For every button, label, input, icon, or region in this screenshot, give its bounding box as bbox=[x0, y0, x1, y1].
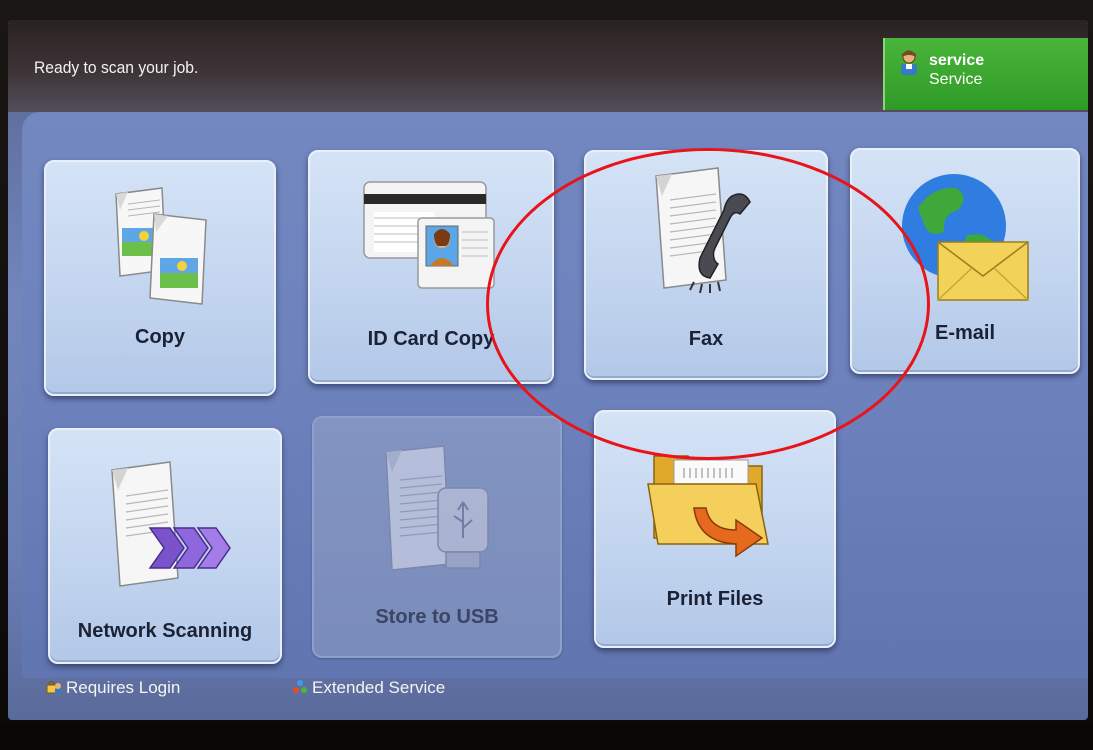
id-card-copy-label: ID Card Copy bbox=[367, 328, 495, 350]
usb-icon bbox=[385, 445, 489, 571]
copy-icon bbox=[115, 187, 207, 305]
user-name: service bbox=[929, 52, 985, 69]
extended-service-label: Extended Service bbox=[312, 678, 446, 697]
extended-service-legend: Extended Service bbox=[292, 678, 445, 698]
network-scanning-icon bbox=[111, 461, 231, 587]
user-icon bbox=[901, 50, 917, 75]
fax-button[interactable]: Fax bbox=[584, 150, 828, 380]
e-mail-button[interactable]: E-mail bbox=[850, 148, 1080, 374]
store-to-usb-button[interactable]: Store to USB bbox=[312, 416, 562, 658]
status-message: Ready to scan your job. bbox=[34, 58, 199, 77]
network-scanning-button[interactable]: Network Scanning bbox=[48, 428, 282, 664]
lock-user-icon bbox=[46, 680, 61, 694]
e-mail-icon bbox=[902, 174, 1029, 301]
print-files-label: Print Files bbox=[666, 588, 764, 610]
requires-login-legend: Requires Login bbox=[46, 678, 180, 698]
requires-login-label: Requires Login bbox=[66, 678, 181, 697]
copy-button[interactable]: Copy bbox=[44, 160, 276, 396]
e-mail-label: E-mail bbox=[934, 322, 996, 344]
folder-icon bbox=[647, 455, 769, 558]
device-screen: Ready to scan your job. service Service … bbox=[8, 20, 1088, 720]
bottom-bezel bbox=[0, 722, 1093, 750]
print-files-button[interactable]: Print Files bbox=[594, 410, 836, 648]
id-card-copy-button[interactable]: ID Card Copy bbox=[308, 150, 554, 384]
user-role: Service bbox=[929, 71, 983, 88]
user-badge[interactable]: service Service bbox=[883, 38, 1088, 110]
fax-icon bbox=[655, 167, 751, 294]
network-scanning-label: Network Scanning bbox=[77, 620, 253, 642]
extended-service-icon bbox=[293, 680, 307, 693]
id-card-copy-icon bbox=[363, 181, 495, 289]
fax-label: Fax bbox=[688, 328, 724, 350]
store-to-usb-label: Store to USB bbox=[375, 606, 499, 628]
copy-label: Copy bbox=[135, 326, 185, 348]
